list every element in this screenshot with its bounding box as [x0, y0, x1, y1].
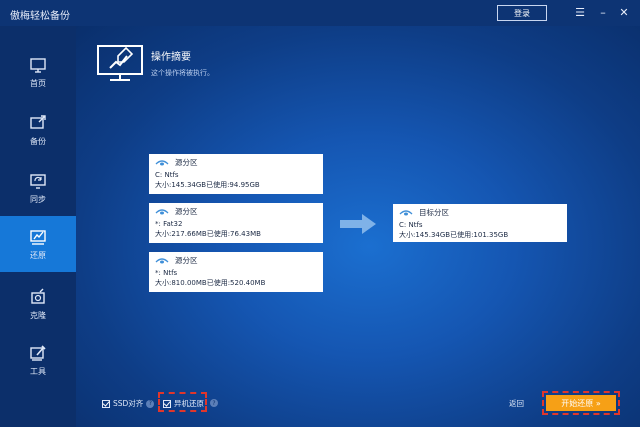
- operation-summary-icon: [97, 45, 143, 81]
- ssd-align-option[interactable]: SSD对齐 ?: [102, 398, 155, 409]
- card-title: 源分区: [175, 158, 198, 167]
- start-restore-button[interactable]: 开始还原 »: [546, 395, 616, 411]
- sidebar-item-home[interactable]: 首页: [0, 44, 76, 100]
- partition-fs: C: Ntfs: [399, 221, 423, 229]
- partition-fs: C: Ntfs: [155, 171, 179, 179]
- title-bar: 傲梅轻松备份 登录 ☰ – ✕: [0, 0, 640, 26]
- sidebar-item-tools[interactable]: 工具: [0, 332, 76, 388]
- sidebar-item-label: 克隆: [30, 310, 46, 320]
- sidebar-item-label: 还原: [30, 250, 46, 260]
- universal-restore-label: 异机还原: [174, 399, 204, 408]
- source-partition-card: 源分区 C: Ntfs 大小:145.34GB已使用:94.95GB: [149, 154, 323, 194]
- partition-size: 大小:810.00MB已使用:520.40MB: [155, 279, 266, 287]
- disk-eye-icon: [155, 209, 169, 215]
- universal-restore-checkbox[interactable]: [163, 399, 171, 408]
- card-title: 源分区: [175, 256, 198, 265]
- ssd-align-checkbox[interactable]: [102, 399, 110, 408]
- app-title: 傲梅轻松备份: [10, 11, 70, 22]
- sidebar: 首页 备份 同步 还原 克隆 工具: [0, 26, 76, 427]
- source-partition-card: 源分区 *: Fat32 大小:217.66MB已使用:76.43MB: [149, 203, 323, 243]
- sidebar-item-label: 同步: [30, 194, 46, 204]
- page-title: 操作摘要: [151, 52, 191, 63]
- sidebar-item-restore[interactable]: 还原: [0, 216, 76, 272]
- clone-icon: [31, 288, 45, 304]
- home-monitor-icon: [30, 57, 46, 73]
- sidebar-item-label: 首页: [30, 78, 46, 88]
- disk-eye-icon: [155, 258, 169, 264]
- card-title: 目标分区: [419, 208, 449, 217]
- target-partition-card: 目标分区 C: Ntfs 大小:145.34GB已使用:101.35GB: [393, 204, 567, 242]
- help-icon[interactable]: ?: [146, 399, 155, 408]
- partition-fs: *: Fat32: [155, 220, 183, 228]
- close-icon[interactable]: ✕: [617, 5, 631, 19]
- sidebar-item-label: 工具: [30, 366, 46, 376]
- partition-size: 大小:145.34GB已使用:94.95GB: [155, 181, 260, 189]
- partition-size: 大小:217.66MB已使用:76.43MB: [155, 230, 261, 238]
- back-button[interactable]: 返回: [509, 398, 524, 409]
- menu-icon[interactable]: ☰: [573, 5, 587, 19]
- source-partition-card: 源分区 *: Ntfs 大小:810.00MB已使用:520.40MB: [149, 252, 323, 292]
- universal-restore-option[interactable]: 异机还原: [163, 398, 204, 409]
- backup-icon: [30, 114, 46, 129]
- sidebar-item-label: 备份: [30, 136, 46, 146]
- login-button[interactable]: 登录: [497, 5, 547, 21]
- sidebar-item-clone[interactable]: 克隆: [0, 276, 76, 332]
- sidebar-item-sync[interactable]: 同步: [0, 160, 76, 216]
- sync-icon: [30, 173, 46, 189]
- minimize-icon[interactable]: –: [596, 5, 610, 19]
- restore-icon: [30, 229, 46, 245]
- disk-eye-icon: [399, 210, 413, 216]
- partition-fs: *: Ntfs: [155, 269, 178, 277]
- page-subtitle: 这个操作将被执行。: [151, 69, 214, 77]
- card-title: 源分区: [175, 207, 198, 216]
- ssd-align-label: SSD对齐: [113, 399, 144, 408]
- tools-icon: [30, 344, 46, 361]
- sidebar-item-backup[interactable]: 备份: [0, 102, 76, 158]
- help-icon[interactable]: ?: [210, 399, 218, 407]
- arrow-right-icon: [340, 214, 376, 234]
- disk-eye-icon: [155, 160, 169, 166]
- partition-size: 大小:145.34GB已使用:101.35GB: [399, 231, 509, 239]
- start-button-highlight: 开始还原 »: [542, 391, 620, 415]
